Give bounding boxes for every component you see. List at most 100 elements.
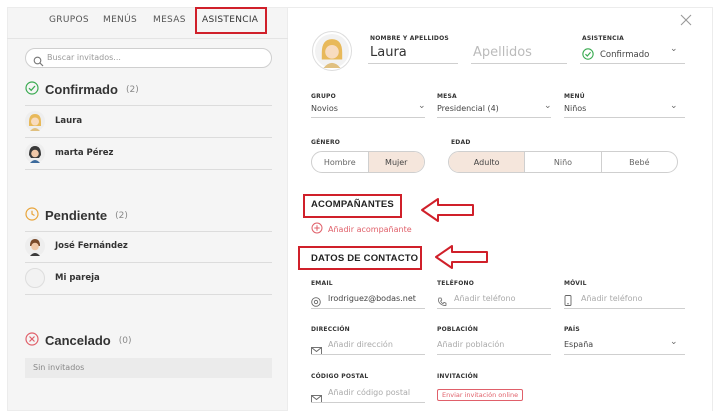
group-title: Cancelado <box>45 333 111 348</box>
underline <box>471 63 567 64</box>
chevron-down-icon: ⌄ <box>670 44 678 54</box>
age-option-nino[interactable]: Niño <box>525 152 602 172</box>
group-select[interactable]: Novios <box>311 104 338 113</box>
group-count: (2) <box>125 84 139 95</box>
guest-name: Laura <box>55 116 83 126</box>
underline <box>311 354 425 355</box>
underline <box>368 63 458 64</box>
envelope-icon <box>311 340 322 359</box>
underline <box>311 308 425 309</box>
tab-mesas[interactable]: MESAS <box>153 15 186 25</box>
highlight-box-tab <box>195 7 267 34</box>
name-label: NOMBRE Y APELLIDOS <box>370 35 449 42</box>
gender-option-mujer[interactable]: Mujer <box>368 152 424 172</box>
avatar <box>25 111 45 131</box>
chevron-down-icon: ⌄ <box>670 101 678 111</box>
country-select[interactable]: España <box>564 340 593 349</box>
add-companion-link[interactable]: Añadir acompañante <box>311 222 412 236</box>
table-label: MESA <box>437 93 457 100</box>
group-label: GRUPO <box>311 93 336 100</box>
underline <box>311 117 425 118</box>
address-label: DIRECCIÓN <box>311 326 350 333</box>
email-field[interactable]: lrodriguez@bodas.net <box>328 294 416 303</box>
companions-title: ACOMPAÑANTES <box>311 199 394 210</box>
empty-text: Sin invitados <box>33 363 85 372</box>
gender-label: GÉNERO <box>311 139 341 146</box>
guest-row[interactable]: José Fernández <box>25 236 128 256</box>
plus-circle-icon <box>311 222 323 236</box>
guest-name: Mi pareja <box>55 273 100 283</box>
city-label: POBLACIÓN <box>437 326 479 333</box>
arrow-left-icon <box>420 197 476 227</box>
group-cancelado: Cancelado (0) <box>25 331 132 350</box>
clock-icon <box>25 206 39 225</box>
underline <box>437 308 551 309</box>
underline <box>564 354 685 355</box>
underline <box>580 63 685 64</box>
last-name-field[interactable]: Apellidos <box>473 45 532 60</box>
group-pendiente: Pendiente (2) <box>25 206 128 225</box>
underline <box>311 402 425 403</box>
arrow-left-icon <box>434 244 490 274</box>
send-invitation-button[interactable]: Enviar invitación online <box>437 389 524 401</box>
x-circle-icon <box>25 331 39 350</box>
chevron-down-icon: ⌄ <box>418 101 426 111</box>
guest-avatar[interactable] <box>312 31 352 71</box>
guest-name: José Fernández <box>55 241 128 251</box>
guest-row[interactable]: marta Pérez <box>25 143 113 163</box>
gender-option-hombre[interactable]: Hombre <box>312 152 369 172</box>
guest-name: marta Pérez <box>55 148 114 158</box>
chevron-down-icon: ⌄ <box>670 337 678 347</box>
divider <box>25 105 272 106</box>
phone-field[interactable]: Añadir teléfono <box>454 294 515 303</box>
search-input[interactable]: Buscar invitados... <box>25 48 272 68</box>
underline <box>437 354 551 355</box>
divider <box>25 294 272 295</box>
age-toggle: Adulto Niño Bebé <box>448 151 678 173</box>
attendance-select[interactable]: Confirmado <box>582 45 649 64</box>
phone-label: TELÉFONO <box>437 280 475 287</box>
underline <box>437 117 551 118</box>
menu-label: MENÚ <box>564 93 585 100</box>
avatar <box>25 143 45 163</box>
address-field[interactable]: Añadir dirección <box>328 340 393 349</box>
attendance-label: ASISTENCIA <box>582 35 625 42</box>
mobile-field[interactable]: Añadir teléfono <box>581 294 642 303</box>
check-circle-icon <box>25 80 39 99</box>
tab-grupos[interactable]: GRUPOS <box>49 15 89 25</box>
divider <box>25 231 272 232</box>
first-name-field[interactable]: Laura <box>370 45 407 60</box>
underline <box>564 308 685 309</box>
empty-state: Sin invitados <box>25 358 272 378</box>
divider <box>25 137 272 138</box>
group-count: (0) <box>118 335 132 346</box>
search-icon <box>33 52 44 71</box>
city-field[interactable]: Añadir población <box>437 340 504 349</box>
table-select[interactable]: Presidencial (4) <box>437 104 499 113</box>
age-option-adulto[interactable]: Adulto <box>449 152 526 172</box>
group-count: (2) <box>115 210 128 221</box>
envelope-icon <box>311 388 322 407</box>
chevron-down-icon: ⌄ <box>544 101 552 111</box>
zip-field[interactable]: Añadir código postal <box>328 388 410 397</box>
add-companion-label: Añadir acompañante <box>328 224 412 234</box>
attendance-value: Confirmado <box>600 49 650 60</box>
divider <box>25 169 272 170</box>
underline <box>564 117 685 118</box>
age-option-bebe[interactable]: Bebé <box>602 152 677 172</box>
guest-row[interactable]: Laura <box>25 111 82 131</box>
group-title: Confirmado <box>45 82 118 97</box>
check-circle-icon <box>582 45 594 64</box>
guest-row[interactable]: Mi pareja <box>25 268 100 288</box>
gender-toggle: Hombre Mujer <box>311 151 425 173</box>
search-placeholder: Buscar invitados... <box>47 53 121 62</box>
menu-select[interactable]: Niños <box>564 104 586 113</box>
country-label: PAÍS <box>564 326 580 333</box>
close-icon[interactable] <box>680 13 692 29</box>
group-title: Pendiente <box>45 208 108 223</box>
zip-label: CÓDIGO POSTAL <box>311 373 369 380</box>
contact-title: DATOS DE CONTACTO <box>311 253 419 264</box>
group-confirmado: Confirmado (2) <box>25 80 139 99</box>
tab-menus[interactable]: MENÚS <box>103 15 137 25</box>
email-label: EMAIL <box>311 280 333 287</box>
